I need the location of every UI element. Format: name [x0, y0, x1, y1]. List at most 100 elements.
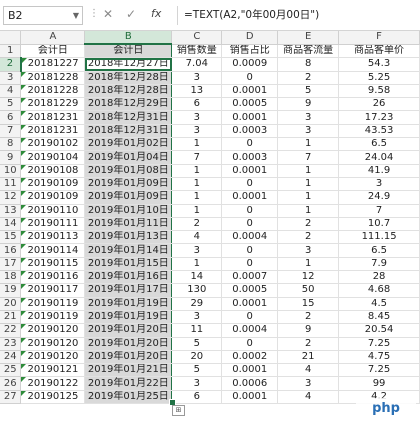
table-cell[interactable]: 20190113: [20, 230, 86, 245]
table-cell[interactable]: 7.25: [338, 337, 420, 351]
table-cell[interactable]: 20190104: [20, 150, 86, 165]
table-cell[interactable]: 2019年01月20日: [84, 337, 173, 351]
table-cell[interactable]: 0.0007: [221, 270, 279, 285]
table-cell[interactable]: 7: [171, 150, 223, 165]
table-cell[interactable]: 7: [277, 150, 340, 165]
table-cell[interactable]: 8: [277, 57, 340, 72]
table-cell[interactable]: 4: [171, 230, 223, 245]
table-cell[interactable]: 2019年01月13日: [84, 230, 173, 245]
header-cell[interactable]: 会计日: [20, 44, 86, 59]
table-cell[interactable]: 0.0001: [221, 363, 279, 378]
table-cell[interactable]: 0: [221, 71, 279, 85]
table-cell[interactable]: 5: [171, 363, 223, 378]
table-cell[interactable]: 20190110: [20, 204, 86, 218]
table-cell[interactable]: 0.0001: [221, 390, 279, 405]
table-cell[interactable]: 0.0005: [221, 97, 279, 112]
column-header-f[interactable]: F: [338, 31, 420, 45]
table-cell[interactable]: 1: [171, 137, 223, 152]
table-cell[interactable]: 2019年01月08日: [84, 164, 173, 178]
table-cell[interactable]: 2019年01月21日: [84, 363, 173, 378]
confirm-icon[interactable]: ✓: [126, 7, 136, 21]
table-cell[interactable]: 3: [277, 124, 340, 139]
table-cell[interactable]: 7: [338, 204, 420, 218]
header-cell[interactable]: 销售占比: [221, 44, 279, 59]
table-cell[interactable]: 20181228: [20, 71, 86, 85]
table-cell[interactable]: 3: [277, 376, 340, 391]
table-cell[interactable]: 2018年12月31日: [84, 124, 173, 139]
table-cell[interactable]: 5.25: [338, 71, 420, 85]
table-cell[interactable]: 2019年01月10日: [84, 204, 173, 218]
table-cell[interactable]: 41.9: [338, 164, 420, 178]
table-cell[interactable]: 4.68: [338, 283, 420, 298]
table-cell[interactable]: 1: [277, 204, 340, 218]
table-cell[interactable]: 20190111: [20, 217, 86, 232]
table-cell[interactable]: 2018年12月28日: [84, 71, 173, 85]
table-cell[interactable]: 13: [171, 84, 223, 99]
row-header[interactable]: 14: [0, 217, 22, 232]
row-header[interactable]: 24: [0, 350, 22, 365]
table-cell[interactable]: 20190120: [20, 337, 86, 351]
table-cell[interactable]: 6: [171, 390, 223, 405]
table-cell[interactable]: 0.0003: [221, 124, 279, 139]
active-cell[interactable]: 2018年12月27日: [84, 57, 173, 72]
table-cell[interactable]: 0.0004: [221, 323, 279, 338]
table-cell[interactable]: 2019年01月20日: [84, 323, 173, 338]
table-cell[interactable]: 2019年01月19日: [84, 297, 173, 311]
table-cell[interactable]: 0: [221, 243, 279, 258]
insert-function-icon[interactable]: fx: [151, 7, 161, 20]
table-cell[interactable]: 3: [277, 243, 340, 258]
table-cell[interactable]: 9: [277, 97, 340, 112]
row-header[interactable]: 9: [0, 150, 22, 165]
table-cell[interactable]: 1: [171, 190, 223, 205]
table-cell[interactable]: 3: [171, 243, 223, 258]
table-cell[interactable]: 3: [171, 110, 223, 125]
column-header-e[interactable]: E: [277, 31, 340, 45]
table-cell[interactable]: 2: [171, 217, 223, 232]
table-cell[interactable]: 0: [221, 257, 279, 272]
table-cell[interactable]: 10.7: [338, 217, 420, 232]
table-cell[interactable]: 0.0001: [221, 84, 279, 99]
table-cell[interactable]: 1: [171, 177, 223, 192]
table-cell[interactable]: 1: [277, 190, 340, 205]
table-cell[interactable]: 20190109: [20, 190, 86, 205]
table-cell[interactable]: 20190121: [20, 363, 86, 378]
formula-input[interactable]: =TEXT(A2,"0年00月00日"): [177, 6, 420, 25]
column-header-b[interactable]: B: [84, 31, 173, 46]
table-cell[interactable]: 2019年01月15日: [84, 257, 173, 272]
header-cell[interactable]: 会计日: [84, 44, 173, 59]
row-header[interactable]: 4: [0, 84, 22, 99]
table-cell[interactable]: 9: [277, 323, 340, 338]
table-cell[interactable]: 7.04: [171, 57, 223, 72]
table-cell[interactable]: 6: [171, 97, 223, 112]
table-cell[interactable]: 20190117: [20, 283, 86, 298]
table-cell[interactable]: 15: [277, 297, 340, 311]
table-cell[interactable]: 20190114: [20, 243, 86, 258]
table-cell[interactable]: 2: [277, 337, 340, 351]
row-header[interactable]: 16: [0, 243, 22, 258]
table-cell[interactable]: 20190119: [20, 297, 86, 311]
row-header[interactable]: 23: [0, 337, 22, 351]
table-cell[interactable]: 20190120: [20, 350, 86, 365]
table-cell[interactable]: 1: [277, 137, 340, 152]
table-cell[interactable]: 24.04: [338, 150, 420, 165]
table-cell[interactable]: 20190109: [20, 177, 86, 192]
table-cell[interactable]: 17.23: [338, 110, 420, 125]
table-cell[interactable]: 3: [277, 110, 340, 125]
table-cell[interactable]: 3: [171, 71, 223, 85]
table-cell[interactable]: 20190108: [20, 164, 86, 178]
table-cell[interactable]: 0.0001: [221, 164, 279, 178]
table-cell[interactable]: 2: [277, 71, 340, 85]
header-cell[interactable]: 销售数量: [171, 44, 223, 59]
name-box[interactable]: B2 ▼: [3, 6, 83, 25]
table-cell[interactable]: 2018年12月31日: [84, 110, 173, 125]
table-cell[interactable]: 20181231: [20, 110, 86, 125]
table-cell[interactable]: 20181231: [20, 124, 86, 139]
row-header[interactable]: 11: [0, 177, 22, 192]
table-cell[interactable]: 9.58: [338, 84, 420, 99]
table-cell[interactable]: 2019年01月16日: [84, 270, 173, 285]
row-header[interactable]: 7: [0, 124, 22, 139]
row-header[interactable]: 22: [0, 323, 22, 338]
table-cell[interactable]: 11: [171, 323, 223, 338]
table-cell[interactable]: 99: [338, 376, 420, 391]
table-cell[interactable]: 2019年01月22日: [84, 376, 173, 391]
